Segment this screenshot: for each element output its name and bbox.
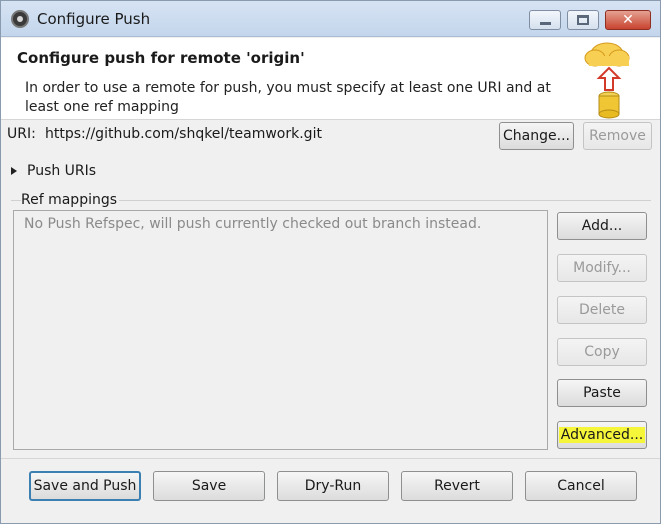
copy-button[interactable]: Copy: [557, 338, 647, 366]
cancel-button[interactable]: Cancel: [525, 471, 637, 501]
delete-button[interactable]: Delete: [557, 296, 647, 324]
close-button[interactable]: ✕: [605, 10, 651, 30]
ref-mappings-list[interactable]: No Push Refspec, will push currently che…: [13, 210, 548, 450]
cloud-push-icon: [584, 42, 630, 119]
header-banner: Configure push for remote 'origin' In or…: [1, 38, 660, 120]
uri-value: https://github.com/shqkel/teamwork.git: [45, 126, 322, 142]
push-uris-expander[interactable]: Push URIs: [11, 163, 96, 179]
change-uri-button[interactable]: Change...: [499, 122, 574, 150]
expand-triangle-icon: [11, 167, 17, 175]
window-title: Configure Push: [37, 10, 151, 28]
page-title: Configure push for remote 'origin': [17, 49, 305, 67]
title-bar: Configure Push ✕: [1, 1, 660, 37]
save-and-push-button[interactable]: Save and Push: [29, 471, 141, 501]
advanced-button-label: Advanced...: [558, 427, 646, 443]
advanced-button[interactable]: Advanced...: [557, 421, 647, 449]
uri-label: URI:: [7, 126, 36, 142]
maximize-icon: [577, 15, 589, 25]
dry-run-button[interactable]: Dry-Run: [277, 471, 389, 501]
minimize-button[interactable]: [529, 10, 561, 30]
close-icon: ✕: [622, 12, 634, 28]
empty-list-message: No Push Refspec, will push currently che…: [24, 216, 482, 232]
eclipse-app-icon: [11, 10, 29, 28]
page-description: In order to use a remote for push, you m…: [25, 80, 551, 115]
ref-mappings-label: Ref mappings: [21, 192, 120, 208]
add-button[interactable]: Add...: [557, 212, 647, 240]
modify-button[interactable]: Modify...: [557, 254, 647, 282]
save-button[interactable]: Save: [153, 471, 265, 501]
remove-uri-button[interactable]: Remove: [583, 122, 652, 150]
maximize-button[interactable]: [567, 10, 599, 30]
revert-button[interactable]: Revert: [401, 471, 513, 501]
push-uris-label: Push URIs: [27, 163, 97, 179]
configure-push-dialog: Configure Push ✕ Configure push for remo…: [0, 0, 661, 524]
footer-separator: [1, 458, 660, 459]
paste-button[interactable]: Paste: [557, 379, 647, 407]
minimize-icon: [539, 21, 551, 25]
